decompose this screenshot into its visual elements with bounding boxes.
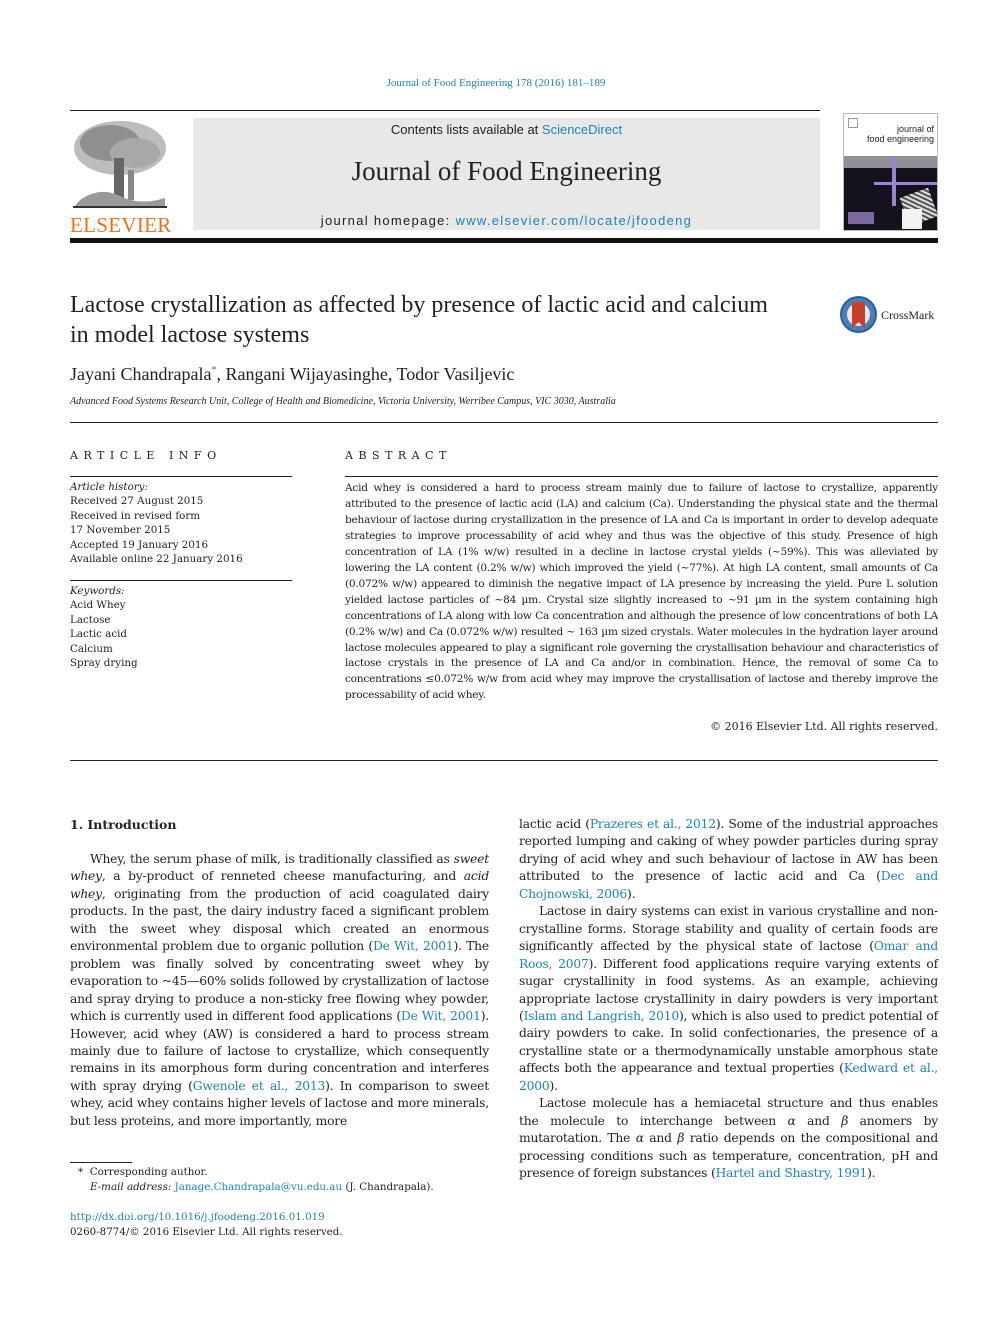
text-run: ). xyxy=(867,1166,876,1181)
keyword-item: Lactose xyxy=(70,613,111,626)
journal-masthead: Contents lists available at ScienceDirec… xyxy=(193,118,820,230)
crossmark-label: CrossMark xyxy=(881,308,935,322)
paragraph: Lactose molecule has a hemiacetal struct… xyxy=(519,1095,938,1182)
alpha-symbol: α xyxy=(787,1113,796,1128)
other-authors: , Rangani Wijayasinghe, Todor Vasiljevic xyxy=(216,364,515,384)
email-link[interactable]: Janage.Chandrapala@vu.edu.au xyxy=(175,1181,342,1193)
reference-link[interactable]: Prazeres et al., 2012 xyxy=(590,817,716,831)
body-column-left: Whey, the serum phase of milk, is tradit… xyxy=(70,851,489,1130)
abstract-heading: ABSTRACT xyxy=(345,449,452,462)
body-column-right: lactic acid (Prazeres et al., 2012). Som… xyxy=(519,816,938,1183)
cover-band xyxy=(844,156,937,168)
cover-elsevier-icon xyxy=(848,118,858,128)
contents-prefix: Contents lists available at xyxy=(390,122,542,137)
journal-citation-link[interactable]: Journal of Food Engineering 178 (2016) 1… xyxy=(0,77,992,89)
keywords: Keywords: Acid Whey Lactose Lactic acid … xyxy=(70,584,292,670)
history-item: Accepted 19 January 2016 xyxy=(70,538,209,551)
cover-bar-horizontal xyxy=(874,182,937,185)
text-run: and xyxy=(795,1113,842,1128)
section-heading-introduction: 1. Introduction xyxy=(70,817,177,832)
crossmark-button[interactable]: CrossMark xyxy=(840,296,940,334)
cover-title: journal of food engineering xyxy=(867,124,934,144)
history-item: Received 27 August 2015 xyxy=(70,495,204,508)
email-note: E-mail address: Janage.Chandrapala@vu.ed… xyxy=(90,1181,434,1193)
homepage-link[interactable]: www.elsevier.com/locate/jfoodeng xyxy=(456,213,693,228)
doi-link[interactable]: http://dx.doi.org/10.1016/j.jfoodeng.201… xyxy=(70,1211,325,1223)
reference-link[interactable]: Islam and Langrish, 2010 xyxy=(524,1009,680,1023)
footnote-rule xyxy=(70,1162,132,1163)
text-run: lactic acid ( xyxy=(519,817,590,831)
contents-line: Contents lists available at ScienceDirec… xyxy=(193,122,820,137)
cover-white-block xyxy=(902,209,922,229)
abstract-rule xyxy=(345,476,938,477)
cover-title-line2: food engineering xyxy=(866,134,934,144)
history-item: Available online 22 January 2016 xyxy=(70,553,243,566)
article-history: Article history: Received 27 August 2015… xyxy=(70,480,292,566)
text-run: Whey, the serum phase of milk, is tradit… xyxy=(90,852,454,866)
abstract-divider xyxy=(70,760,938,761)
history-item: Received in revised form xyxy=(70,509,201,522)
corresponding-author-note: * Corresponding author. xyxy=(78,1166,208,1178)
reference-link[interactable]: De Wit, 2001 xyxy=(401,1009,481,1023)
cover-purple-block xyxy=(848,212,874,224)
text-run: , a by-product of renneted cheese manufa… xyxy=(101,869,464,884)
email-label: E-mail address: xyxy=(90,1181,175,1193)
doi-line: http://dx.doi.org/10.1016/j.jfoodeng.201… xyxy=(70,1211,325,1223)
keyword-item: Spray drying xyxy=(70,657,138,670)
journal-name: Journal of Food Engineering xyxy=(351,156,662,186)
corresponding-label: Corresponding author. xyxy=(89,1166,208,1178)
history-label: Article history: xyxy=(70,481,148,493)
keywords-label: Keywords: xyxy=(70,585,125,597)
reference-link[interactable]: Hartel and Shastry, 1991 xyxy=(716,1166,868,1180)
affiliation: Advanced Food Systems Research Unit, Col… xyxy=(70,396,616,407)
homepage-prefix: journal homepage: xyxy=(320,213,456,228)
sciencedirect-link[interactable]: ScienceDirect xyxy=(542,122,622,137)
reference-link[interactable]: Gwenole et al., 2013 xyxy=(193,1079,326,1093)
article-info-rule xyxy=(70,476,292,477)
issn-copyright: 0260-8774/© 2016 Elsevier Ltd. All right… xyxy=(70,1226,343,1238)
text-run: and xyxy=(643,1131,678,1146)
paragraph: Whey, the serum phase of milk, is tradit… xyxy=(70,851,489,1130)
keyword-item: Acid Whey xyxy=(70,599,126,612)
homepage-line: journal homepage: www.elsevier.com/locat… xyxy=(193,213,820,228)
cover-title-line1: journal of xyxy=(896,124,934,134)
header-thick-rule xyxy=(70,238,938,243)
title-divider xyxy=(70,422,938,423)
author-list: Jayani Chandrapala*, Rangani Wijayasingh… xyxy=(70,364,514,385)
email-suffix: (J. Chandrapala). xyxy=(342,1181,434,1193)
elsevier-wordmark: ELSEVIER xyxy=(70,213,172,237)
text-run: ). xyxy=(549,1078,559,1093)
paragraph: Lactose in dairy systems can exist in va… xyxy=(519,903,938,1095)
keyword-item: Lactic acid xyxy=(70,628,128,641)
article-title: Lactose crystallization as affected by p… xyxy=(70,292,768,348)
elsevier-tree-icon xyxy=(73,121,167,208)
crossmark-icon xyxy=(840,296,877,333)
elsevier-logo[interactable]: ELSEVIER xyxy=(70,118,171,237)
text-run: ). xyxy=(627,886,636,901)
history-item: 17 November 2015 xyxy=(70,524,171,537)
footnote-mark: * xyxy=(78,1166,84,1178)
paragraph: lactic acid (Prazeres et al., 2012). Som… xyxy=(519,816,938,903)
keyword-item: Calcium xyxy=(70,642,113,655)
keywords-rule xyxy=(70,580,292,581)
journal-cover-thumbnail[interactable]: journal of food engineering xyxy=(843,113,938,231)
article-info-heading: ARTICLE INFO xyxy=(70,449,222,462)
header-top-rule xyxy=(70,110,820,111)
cover-bar-vertical xyxy=(892,156,896,206)
abstract-copyright: © 2016 Elsevier Ltd. All rights reserved… xyxy=(710,720,938,733)
abstract-text: Acid whey is considered a hard to proces… xyxy=(345,482,938,702)
alpha-symbol: α xyxy=(635,1131,644,1146)
author-name[interactable]: Jayani Chandrapala xyxy=(70,364,211,384)
reference-link[interactable]: De Wit, 2001 xyxy=(373,939,454,953)
